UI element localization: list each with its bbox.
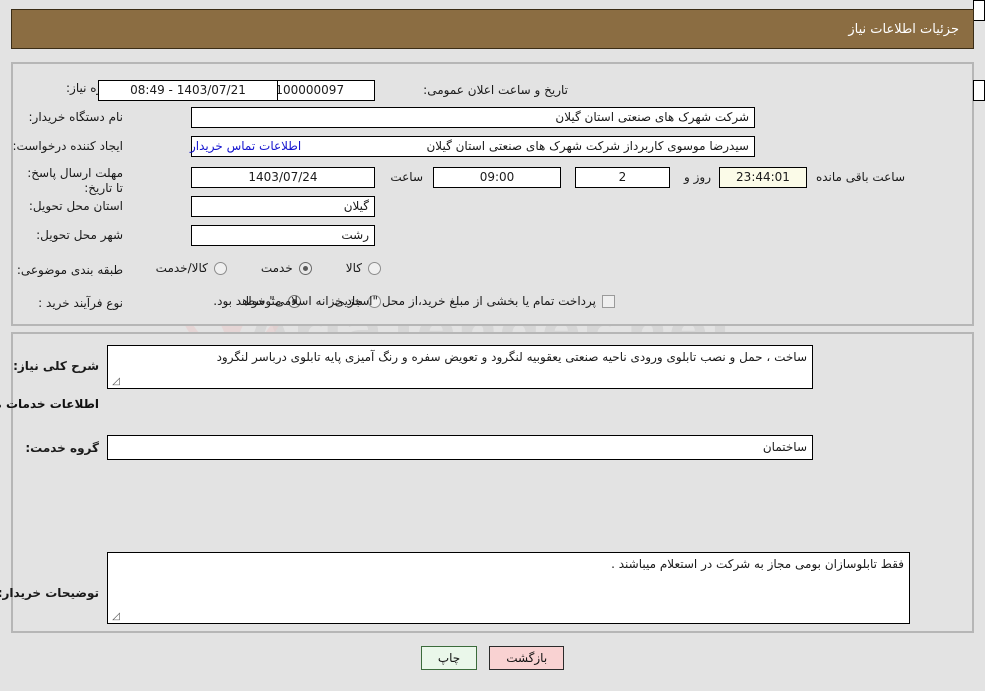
remaining-time-field: 23:44:01 [719,167,807,188]
radio-icon-kala[interactable] [368,261,381,275]
treasury-checkbox-label: پرداخت تمام یا بخشی از مبلغ خرید،از محل … [213,294,596,308]
remaining-days-field: 2 [575,167,670,188]
page-title: جزئیات اطلاعات نیاز [848,21,959,37]
category-option-khedmat-label: خدمت [260,261,293,275]
category-option-kala-khedmat-label: کالا/خدمت [155,261,208,275]
city-field: رشت [191,225,375,246]
process-label: نوع فرآیند خرید : [38,296,123,310]
need-info-panel [11,62,974,326]
category-option-kala-label: کالا [345,261,362,275]
description-textarea[interactable]: ساخت ، حمل و نصب تابلوی ورودی ناحیه صنعت… [107,345,813,389]
category-label: طبقه بندی موضوعی: [16,263,123,277]
buyer-notes-label: توضیحات خریدار: [0,586,99,600]
deadline-label: مهلت ارسال پاسخ: تا تاریخ: [27,166,123,195]
buyer-org-label: نام دستگاه خریدار: [28,110,124,124]
hour-label: ساعت [390,170,423,184]
deadline-time-field: 09:00 [433,167,561,188]
service-group-field: ساختمان [107,435,813,460]
treasury-checkbox-option[interactable]: پرداخت تمام یا بخشی از مبلغ خرید،از محل … [213,294,615,308]
services-section-heading: اطلاعات خدمات مورد نیاز [0,397,99,411]
category-radio-group: کالا خدمت کالا/خدمت [156,261,381,275]
print-button[interactable]: چاپ [420,646,478,670]
description-value: ساخت ، حمل و نصب تابلوی ورودی ناحیه صنعت… [216,350,807,364]
resize-grip-icon[interactable]: ◿ [110,377,120,387]
deadline-date-field: 1403/07/24 [191,167,375,188]
remaining-label: ساعت باقی مانده [815,170,905,184]
category-option-khedmat[interactable]: خدمت [261,261,312,275]
province-field: گیلان [191,196,375,217]
buyer-contact-link[interactable]: اطلاعات تماس خریدار [190,139,301,153]
radio-icon-kala-khedmat[interactable] [213,261,227,275]
page-title-bar: جزئیات اطلاعات نیاز [11,9,974,49]
buyer-notes-textarea[interactable]: فقط تابلوسازان بومی مجاز به شرکت در استع… [107,552,910,624]
checkbox-icon-treasury[interactable] [602,294,615,308]
requester-label: ایجاد کننده درخواست: [12,139,123,153]
city-label: شهر محل تحویل: [36,228,123,242]
description-label: شرح کلی نیاز: [13,359,99,373]
category-option-kala-khedmat[interactable]: کالا/خدمت [156,261,227,275]
buyer-notes-value: فقط تابلوسازان بومی مجاز به شرکت در استع… [611,557,904,571]
announce-datetime-label: تاریخ و ساعت اعلان عمومی: [423,83,568,97]
province-label: استان محل تحویل: [28,199,123,213]
resize-grip-icon-notes[interactable]: ◿ [110,612,120,622]
back-button[interactable]: بازگشت [489,646,565,670]
service-group-label: گروه خدمت: [25,441,99,455]
action-button-bar: بازگشت چاپ [0,646,985,670]
announce-datetime-field: 1403/07/21 - 08:49 [98,80,278,101]
category-option-kala[interactable]: کالا [346,261,381,275]
buyer-org-field: شرکت شهرک های صنعتی استان گیلان [191,107,755,128]
radio-icon-khedmat[interactable] [298,261,312,275]
days-label: روز و [684,170,711,184]
